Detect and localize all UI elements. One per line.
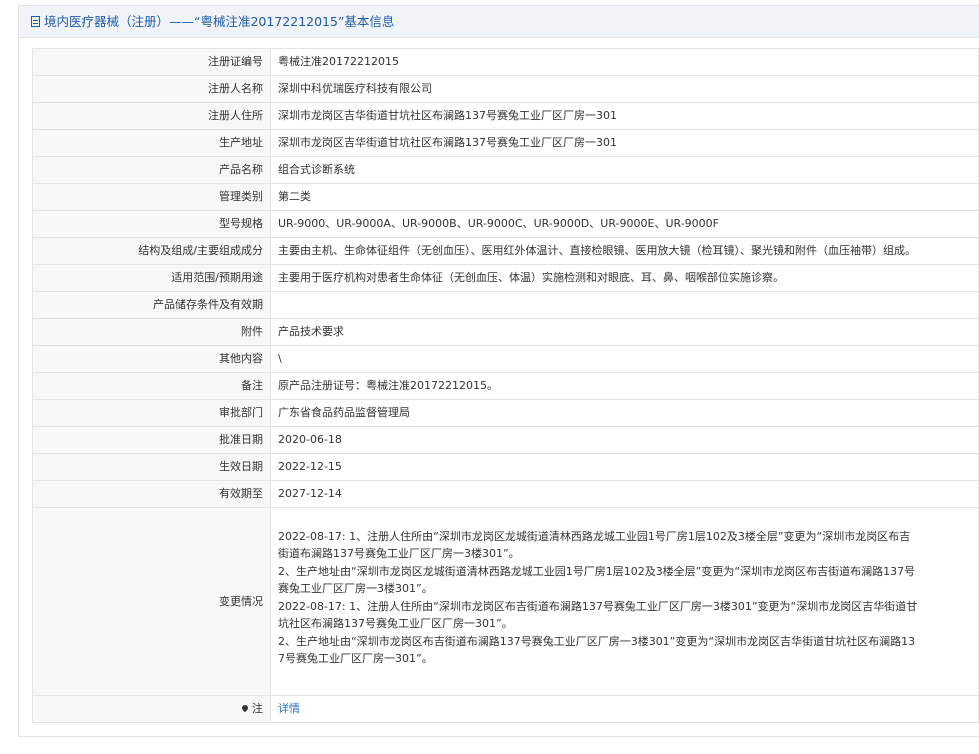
device-info-panel: 境内医疗器械（注册）——“粤械注准20172212015”基本信息 注册证编号粤… xyxy=(18,5,979,737)
row-label: 批准日期 xyxy=(32,426,271,454)
row-value: 粤械注准20172212015 xyxy=(270,48,979,76)
row-label: 产品名称 xyxy=(32,156,271,184)
change-line: 赛兔工业厂区厂房一3楼301”。 xyxy=(278,582,433,595)
row-label: 注册人名称 xyxy=(32,75,271,103)
table-row: 管理类别 第二类 xyxy=(32,183,979,211)
row-label: 有效期至 xyxy=(32,480,271,508)
row-value: 主要用于医疗机构对患者生命体征（无创血压、体温）实施检测和对眼底、耳、鼻、咽喉部… xyxy=(270,264,979,292)
change-entry-2: 2022-08-17: 1、注册人住所由“深圳市龙岗区布吉街道布澜路137号赛兔… xyxy=(278,598,971,668)
note-label-cell: 注 xyxy=(32,695,271,723)
document-icon xyxy=(31,16,40,27)
table-row: 备注 原产品注册证号：粤械注准20172212015。 xyxy=(32,372,979,400)
panel-title: 境内医疗器械（注册）——“粤械注准20172212015”基本信息 xyxy=(44,14,395,29)
row-label: 其他内容 xyxy=(32,345,271,373)
row-label: 注册证编号 xyxy=(32,48,271,76)
change-line: 2、生产地址由“深圳市龙岗区龙城街道清林西路龙城工业园1号厂房1层102及3楼全… xyxy=(278,564,916,578)
table-row: 型号规格 UR-9000、UR-9000A、UR-9000B、UR-9000C、U… xyxy=(32,210,979,238)
row-label: 适用范围/预期用途 xyxy=(32,264,271,292)
row-value: 深圳市龙岗区吉华街道甘坑社区布澜路137号赛兔工业厂区厂房一301 xyxy=(270,102,979,130)
pin-icon xyxy=(240,704,250,713)
table-row: 生效日期 2022-12-15 xyxy=(32,453,979,481)
row-label: 结构及组成/主要组成成分 xyxy=(32,237,271,265)
row-value: 2020-06-18 xyxy=(270,426,979,454)
table-row: 其他内容 \ xyxy=(32,345,979,373)
row-value: \ xyxy=(270,345,979,373)
change-history-value: 2022-08-17: 1、注册人住所由“深圳市龙岗区龙城街道清林西路龙城工业园… xyxy=(270,507,979,696)
row-label: 管理类别 xyxy=(32,183,271,211)
change-entry-1: 2022-08-17: 1、注册人住所由“深圳市龙岗区龙城街道清林西路龙城工业园… xyxy=(278,522,971,598)
row-label: 附件 xyxy=(32,318,271,346)
row-value: 2027-12-14 xyxy=(270,480,979,508)
row-value: 产品技术要求 xyxy=(270,318,979,346)
row-value: 2022-12-15 xyxy=(270,453,979,481)
row-label: 型号规格 xyxy=(32,210,271,238)
table-row: 适用范围/预期用途 主要用于医疗机构对患者生命体征（无创血压、体温）实施检测和对眼… xyxy=(32,264,979,292)
row-label: 生产地址 xyxy=(32,129,271,157)
details-link[interactable]: 详情 xyxy=(278,702,300,715)
note-label: 注 xyxy=(252,702,263,716)
change-line: 2、生产地址由“深圳市龙岗区布吉街道布澜路137号赛兔工业厂区厂房一3楼301”… xyxy=(278,634,916,648)
table-row: 注册证编号 粤械注准20172212015 xyxy=(32,48,979,76)
row-value: 主要由主机、生命体征组件（无创血压）、医用红外体温计、直接检眼镜、医用放大镜（检… xyxy=(270,237,979,265)
change-line: 7号赛兔工业厂区厂房一301”。 xyxy=(278,652,433,665)
row-value: 深圳市龙岗区吉华街道甘坑社区布澜路137号赛兔工业厂区厂房一301 xyxy=(270,129,979,157)
info-table: 注册证编号 粤械注准20172212015 注册人名称 深圳中科优瑞医疗科技有限公司注… xyxy=(32,48,979,723)
table-row: 生产地址 深圳市龙岗区吉华街道甘坑社区布澜路137号赛兔工业厂区厂房一301 xyxy=(32,129,979,157)
table-row: 结构及组成/主要组成成分 主要由主机、生命体征组件（无创血压）、医用红外体温计、直… xyxy=(32,237,979,265)
row-value xyxy=(270,291,979,319)
change-history-row: 变更情况 2022-08-17: 1、注册人住所由“深圳市龙岗区龙城街道清林西路龙… xyxy=(32,507,979,696)
row-value: UR-9000、UR-9000A、UR-9000B、UR-9000C、UR-90… xyxy=(270,210,979,238)
row-value: 组合式诊断系统 xyxy=(270,156,979,184)
row-label: 备注 xyxy=(32,372,271,400)
change-line: 街道布澜路137号赛兔工业厂区厂房一3楼301”。 xyxy=(278,547,520,560)
change-line: 2022-08-17: 1、注册人住所由“深圳市龙岗区龙城街道清林西路龙城工业园… xyxy=(278,529,911,543)
table-row: 注册人名称 深圳中科优瑞医疗科技有限公司 xyxy=(32,75,979,103)
change-history-label: 变更情况 xyxy=(32,507,271,696)
table-row: 批准日期 2020-06-18 xyxy=(32,426,979,454)
row-value: 第二类 xyxy=(270,183,979,211)
table-row: 注册人住所 深圳市龙岗区吉华街道甘坑社区布澜路137号赛兔工业厂区厂房一301 xyxy=(32,102,979,130)
table-row: 附件 产品技术要求 xyxy=(32,318,979,346)
row-label: 生效日期 xyxy=(32,453,271,481)
note-value: 详情 xyxy=(270,695,979,723)
row-label: 注册人住所 xyxy=(32,102,271,130)
table-row: 有效期至 2027-12-14 xyxy=(32,480,979,508)
table-row: 产品储存条件及有效期 xyxy=(32,291,979,319)
change-line: 坑社区布澜路137号赛兔工业厂区厂房一301”。 xyxy=(278,617,513,630)
row-label: 审批部门 xyxy=(32,399,271,427)
row-label: 产品储存条件及有效期 xyxy=(32,291,271,319)
row-value: 深圳中科优瑞医疗科技有限公司 xyxy=(270,75,979,103)
row-value: 原产品注册证号：粤械注准20172212015。 xyxy=(270,372,979,400)
table-row: 审批部门 广东省食品药品监督管理局 xyxy=(32,399,979,427)
change-line: 2022-08-17: 1、注册人住所由“深圳市龙岗区布吉街道布澜路137号赛兔… xyxy=(278,599,918,613)
table-row: 产品名称 组合式诊断系统 xyxy=(32,156,979,184)
panel-header: 境内医疗器械（注册）——“粤械注准20172212015”基本信息 xyxy=(19,6,979,38)
row-value: 广东省食品药品监督管理局 xyxy=(270,399,979,427)
note-row: 注 详情 xyxy=(32,695,979,723)
